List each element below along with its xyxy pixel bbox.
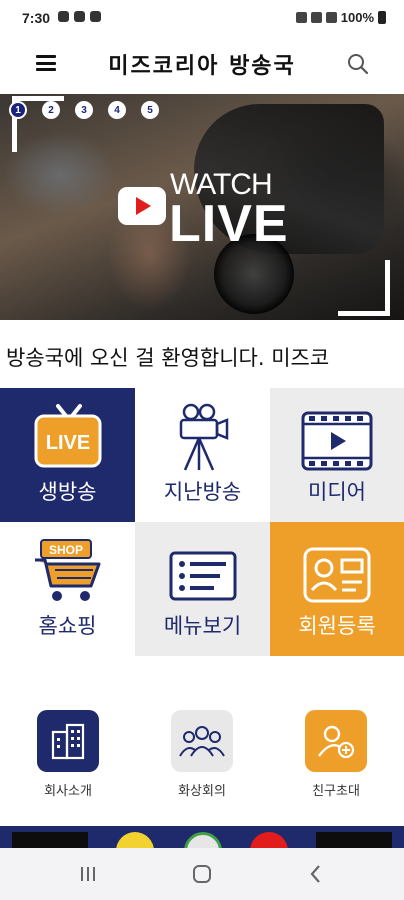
shortcut-video-meeting[interactable]: 화상회의 [152, 710, 252, 799]
marquee-text: 방송국에 오신 걸 환영합니다. 미즈코 [6, 346, 330, 370]
shield-icon [74, 11, 85, 22]
record-icon [90, 11, 101, 22]
shop-cart-icon: SHOP [34, 539, 100, 601]
shortcut-bar: 회사소개 화상회의 친구초대 [0, 690, 404, 820]
group-people-icon [171, 710, 233, 772]
member-card-icon [303, 547, 371, 603]
home-icon[interactable] [190, 862, 214, 886]
menu-tile-label: 메뉴보기 [163, 614, 242, 638]
signal-icon [325, 12, 337, 23]
frame-corner-bottom-right [338, 260, 390, 316]
wifi-icon [310, 12, 322, 23]
menu-tile-past-broadcast[interactable]: 지난방송 [135, 388, 270, 522]
status-time: 7:30 [22, 10, 51, 26]
menu-tile-live[interactable]: LIVE 생방송 [0, 388, 135, 522]
bottom-tab-block-right [316, 832, 392, 848]
live-tv-icon: LIVE [34, 404, 101, 468]
building-icon [37, 710, 99, 772]
banner-live-text: LIVE [169, 195, 289, 253]
svg-text:SHOP: SHOP [48, 543, 82, 557]
play-icon[interactable] [118, 187, 166, 225]
slide-dot-1[interactable]: 1 [9, 101, 27, 119]
film-play-icon [301, 411, 373, 471]
add-friend-icon [305, 710, 367, 772]
shortcut-label: 화상회의 [178, 784, 226, 799]
list-menu-icon [169, 551, 236, 601]
slide-dot-5[interactable]: 5 [141, 101, 159, 119]
yellow-round-button[interactable] [116, 832, 154, 848]
bag-icon [58, 11, 69, 22]
menu-tile-label: 생방송 [38, 480, 97, 504]
menu-tile-media[interactable]: 미디어 [270, 388, 404, 522]
status-bar: 7:30 100% [0, 0, 404, 36]
menu-tile-member-register[interactable]: 회원등록 [270, 522, 404, 656]
back-icon[interactable] [304, 862, 328, 886]
welcome-marquee: 방송국에 오신 걸 환영합니다. 미즈코 [0, 336, 404, 376]
page-title: 미즈코리아 방송국 [108, 54, 296, 79]
bottom-tab-block-left [12, 832, 88, 848]
movie-camera-icon [179, 403, 228, 471]
mute-icon [295, 12, 307, 23]
slide-dot-2[interactable]: 2 [42, 101, 60, 119]
status-right: 100% [295, 10, 386, 25]
main-menu-grid: LIVE 생방송 지난방송 미디어 SHOP 홈쇼핑 메뉴보기 회원등록 [0, 388, 404, 656]
menu-tile-label: 회원등록 [298, 614, 376, 638]
shortcut-label: 회사소개 [44, 784, 92, 799]
notification-icons [58, 11, 101, 22]
menu-tile-label: 홈쇼핑 [38, 614, 97, 638]
slide-dot-3[interactable]: 3 [75, 101, 93, 119]
system-navigation-bar [0, 848, 404, 900]
recent-apps-icon[interactable] [76, 862, 100, 886]
menu-tile-home-shopping[interactable]: SHOP 홈쇼핑 [0, 522, 135, 656]
search-icon[interactable] [346, 52, 370, 76]
shortcut-company-intro[interactable]: 회사소개 [18, 710, 118, 799]
battery-icon [378, 11, 386, 24]
menu-tile-view-menu[interactable]: 메뉴보기 [135, 522, 270, 656]
shortcut-label: 친구초대 [312, 784, 360, 799]
red-round-button[interactable] [250, 832, 288, 848]
bottom-tab-bar [0, 826, 404, 848]
green-round-button[interactable] [184, 832, 222, 848]
shortcut-invite-friend[interactable]: 친구초대 [286, 710, 386, 799]
app-header: 미즈코리아 방송국 [0, 36, 404, 92]
battery-percent: 100% [340, 10, 374, 25]
svg-text:LIVE: LIVE [45, 432, 89, 454]
slide-indicators: 1 2 3 4 5 [9, 101, 159, 119]
live-banner[interactable]: 1 2 3 4 5 WATCH LIVE [0, 94, 404, 320]
menu-tile-label: 미디어 [308, 480, 366, 504]
menu-tile-label: 지난방송 [163, 480, 242, 504]
slide-dot-4[interactable]: 4 [108, 101, 126, 119]
